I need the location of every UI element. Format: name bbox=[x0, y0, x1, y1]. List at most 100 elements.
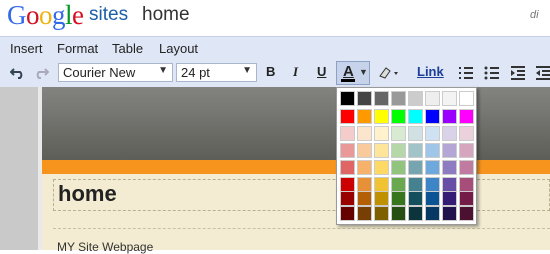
color-swatch[interactable] bbox=[391, 160, 406, 175]
color-swatch[interactable] bbox=[459, 206, 474, 221]
color-swatch[interactable] bbox=[340, 91, 355, 106]
color-swatch[interactable] bbox=[408, 143, 423, 158]
logo-letter-g: G bbox=[7, 0, 27, 30]
color-swatch[interactable] bbox=[374, 177, 389, 192]
color-swatch[interactable] bbox=[391, 191, 406, 206]
color-swatch[interactable] bbox=[391, 109, 406, 124]
color-swatch[interactable] bbox=[408, 109, 423, 124]
color-swatch[interactable] bbox=[391, 143, 406, 158]
outdent-icon[interactable] bbox=[535, 65, 550, 81]
color-swatch[interactable] bbox=[425, 109, 440, 124]
logo-letter-l: l bbox=[65, 0, 73, 30]
numbered-list-icon[interactable] bbox=[458, 65, 474, 81]
body-text[interactable]: MY Site Webpage bbox=[57, 240, 153, 254]
color-swatch[interactable] bbox=[374, 126, 389, 141]
color-swatch[interactable] bbox=[340, 126, 355, 141]
logo-letter-g2: g bbox=[52, 0, 66, 30]
chevron-down-icon: ▼ bbox=[158, 65, 168, 76]
content-divider bbox=[53, 228, 550, 229]
italic-button[interactable]: I bbox=[293, 64, 298, 80]
bulleted-list-icon[interactable] bbox=[484, 65, 500, 81]
color-swatch[interactable] bbox=[459, 177, 474, 192]
header: Google sites home di bbox=[0, 0, 550, 36]
color-swatch[interactable] bbox=[425, 91, 440, 106]
color-swatch[interactable] bbox=[408, 206, 423, 221]
undo-icon[interactable] bbox=[9, 65, 26, 81]
color-swatch[interactable] bbox=[459, 126, 474, 141]
color-swatch[interactable] bbox=[340, 109, 355, 124]
color-swatch[interactable] bbox=[357, 191, 372, 206]
bold-button[interactable]: B bbox=[266, 64, 275, 79]
color-swatch[interactable] bbox=[374, 143, 389, 158]
color-swatch[interactable] bbox=[408, 91, 423, 106]
color-swatch[interactable] bbox=[459, 109, 474, 124]
underline-button[interactable]: U bbox=[317, 64, 326, 79]
color-swatch[interactable] bbox=[357, 206, 372, 221]
color-swatch[interactable] bbox=[459, 191, 474, 206]
text-color-button[interactable]: A ▼ bbox=[336, 61, 370, 85]
color-swatch[interactable] bbox=[374, 160, 389, 175]
indent-icon[interactable] bbox=[510, 65, 526, 81]
color-swatch[interactable] bbox=[442, 143, 457, 158]
color-swatch[interactable] bbox=[357, 143, 372, 158]
color-swatch[interactable] bbox=[357, 109, 372, 124]
color-swatch[interactable] bbox=[408, 177, 423, 192]
font-size-select[interactable]: 24 pt ▼ bbox=[176, 63, 257, 82]
toolbar: Courier New ▼ 24 pt ▼ B I U Link bbox=[0, 59, 550, 88]
color-swatch[interactable] bbox=[408, 160, 423, 175]
product-name: sites bbox=[89, 4, 129, 25]
menu-table[interactable]: Table bbox=[112, 41, 143, 56]
color-swatch[interactable] bbox=[459, 143, 474, 158]
logo-letter-e: e bbox=[72, 0, 84, 30]
color-swatch[interactable] bbox=[357, 126, 372, 141]
color-swatch[interactable] bbox=[459, 91, 474, 106]
color-swatch[interactable] bbox=[374, 91, 389, 106]
color-swatch[interactable] bbox=[425, 177, 440, 192]
user-name[interactable]: di bbox=[530, 9, 539, 21]
color-swatch[interactable] bbox=[408, 191, 423, 206]
color-swatch[interactable] bbox=[374, 191, 389, 206]
highlight-icon[interactable] bbox=[377, 65, 401, 81]
font-family-select[interactable]: Courier New ▼ bbox=[58, 63, 173, 82]
color-swatch[interactable] bbox=[459, 160, 474, 175]
color-swatch[interactable] bbox=[442, 91, 457, 106]
color-swatch[interactable] bbox=[425, 206, 440, 221]
color-swatch[interactable] bbox=[425, 143, 440, 158]
color-swatch[interactable] bbox=[340, 177, 355, 192]
color-swatch[interactable] bbox=[391, 177, 406, 192]
color-swatch[interactable] bbox=[340, 191, 355, 206]
link-button[interactable]: Link bbox=[417, 64, 444, 79]
page-title[interactable]: home bbox=[58, 181, 117, 207]
color-swatch[interactable] bbox=[408, 126, 423, 141]
color-swatch[interactable] bbox=[442, 109, 457, 124]
redo-icon[interactable] bbox=[33, 65, 50, 81]
menu-insert[interactable]: Insert bbox=[10, 41, 43, 56]
color-swatch[interactable] bbox=[425, 126, 440, 141]
color-swatch[interactable] bbox=[340, 206, 355, 221]
color-swatch[interactable] bbox=[425, 191, 440, 206]
logo-letter-o1: o bbox=[26, 0, 40, 30]
menu-layout[interactable]: Layout bbox=[159, 41, 198, 56]
color-swatch[interactable] bbox=[442, 126, 457, 141]
color-swatch[interactable] bbox=[357, 91, 372, 106]
menu-format[interactable]: Format bbox=[57, 41, 98, 56]
color-swatch[interactable] bbox=[442, 191, 457, 206]
color-swatch[interactable] bbox=[391, 126, 406, 141]
color-swatch[interactable] bbox=[442, 206, 457, 221]
color-swatch[interactable] bbox=[425, 160, 440, 175]
color-swatch[interactable] bbox=[340, 160, 355, 175]
color-swatch[interactable] bbox=[442, 160, 457, 175]
page-name: home bbox=[142, 4, 190, 25]
logo-letter-o2: o bbox=[39, 0, 53, 30]
color-swatch[interactable] bbox=[357, 177, 372, 192]
menubar: Insert Format Table Layout bbox=[0, 36, 550, 60]
font-size-value: 24 pt bbox=[181, 65, 210, 80]
color-swatch[interactable] bbox=[374, 109, 389, 124]
google-logo[interactable]: Google bbox=[7, 0, 84, 31]
color-swatch[interactable] bbox=[442, 177, 457, 192]
color-swatch[interactable] bbox=[391, 91, 406, 106]
color-swatch[interactable] bbox=[374, 206, 389, 221]
color-swatch[interactable] bbox=[340, 143, 355, 158]
color-swatch[interactable] bbox=[391, 206, 406, 221]
color-swatch[interactable] bbox=[357, 160, 372, 175]
